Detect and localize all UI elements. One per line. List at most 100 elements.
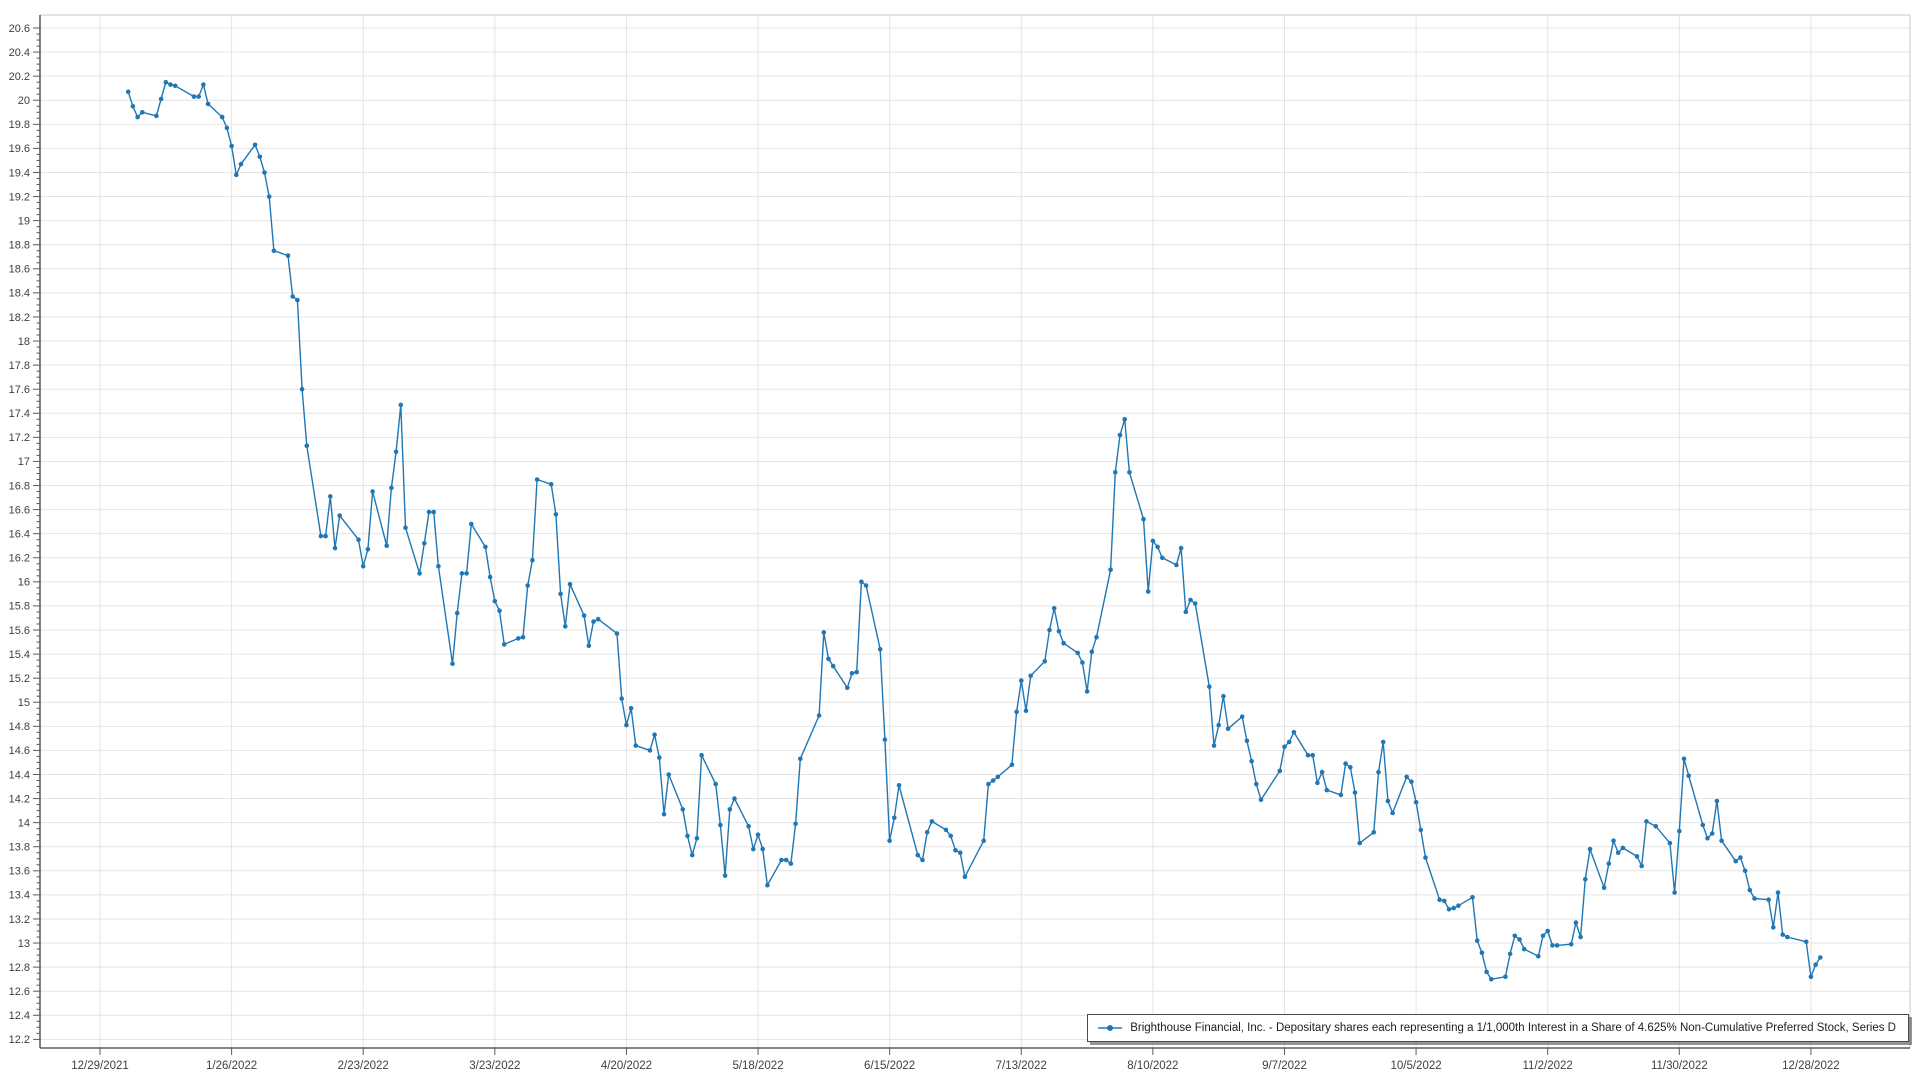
data-point bbox=[685, 834, 690, 839]
data-point bbox=[784, 858, 789, 863]
data-point bbox=[760, 847, 765, 852]
data-point bbox=[356, 537, 361, 542]
data-point bbox=[253, 143, 258, 148]
data-point bbox=[229, 144, 234, 149]
data-point bbox=[1776, 890, 1781, 895]
data-point bbox=[450, 661, 455, 666]
data-point bbox=[681, 807, 686, 812]
data-point bbox=[1437, 897, 1442, 902]
data-point bbox=[469, 522, 474, 527]
data-point bbox=[1733, 859, 1738, 864]
y-tick-label: 17.6 bbox=[9, 384, 30, 396]
data-point bbox=[1480, 950, 1485, 955]
data-point bbox=[1075, 651, 1080, 656]
data-point bbox=[1766, 897, 1771, 902]
data-point bbox=[1061, 641, 1066, 646]
data-point bbox=[756, 832, 761, 837]
data-point bbox=[859, 580, 864, 585]
data-point bbox=[948, 834, 953, 839]
legend-marker-icon bbox=[1097, 1022, 1123, 1034]
data-point bbox=[272, 248, 277, 253]
data-point bbox=[1118, 433, 1123, 438]
data-point bbox=[1804, 940, 1809, 945]
data-point bbox=[1508, 952, 1513, 957]
data-point bbox=[1423, 855, 1428, 860]
data-point bbox=[1771, 925, 1776, 930]
y-tick-label: 15.8 bbox=[9, 601, 30, 613]
data-point bbox=[1818, 955, 1823, 960]
y-tick-label: 16.6 bbox=[9, 504, 30, 516]
x-tick-label: 9/7/2022 bbox=[1262, 1060, 1307, 1072]
data-point bbox=[1668, 841, 1673, 846]
data-point bbox=[154, 114, 159, 119]
x-tick-label: 12/29/2021 bbox=[71, 1060, 129, 1072]
data-point bbox=[1447, 907, 1452, 912]
data-point bbox=[1108, 568, 1113, 573]
data-point bbox=[1517, 937, 1522, 942]
y-tick-label: 12.4 bbox=[9, 1010, 30, 1022]
data-point bbox=[582, 613, 587, 618]
y-tick-label: 15 bbox=[18, 697, 30, 709]
x-tick-label: 11/30/2022 bbox=[1651, 1060, 1708, 1072]
data-point bbox=[1386, 799, 1391, 804]
data-point bbox=[173, 84, 178, 89]
data-point bbox=[652, 732, 657, 737]
y-tick-label: 20.2 bbox=[9, 71, 30, 83]
data-point bbox=[657, 755, 662, 760]
data-point bbox=[1785, 935, 1790, 940]
data-point bbox=[1179, 546, 1184, 551]
data-point bbox=[897, 783, 902, 788]
data-point bbox=[1569, 942, 1574, 947]
data-point bbox=[1160, 556, 1165, 561]
data-point bbox=[455, 611, 460, 616]
data-point bbox=[1541, 934, 1546, 939]
y-tick-label: 18.8 bbox=[9, 240, 30, 252]
data-point bbox=[1545, 929, 1550, 934]
data-point bbox=[1583, 877, 1588, 882]
price-chart: 12.212.412.612.81313.213.413.613.81414.2… bbox=[0, 0, 1920, 1080]
data-point bbox=[1057, 629, 1062, 634]
data-point bbox=[502, 642, 507, 647]
data-point bbox=[305, 444, 310, 449]
data-point bbox=[1682, 757, 1687, 762]
data-point bbox=[1090, 649, 1095, 654]
data-point bbox=[488, 575, 493, 580]
y-tick-label: 17 bbox=[18, 456, 30, 468]
y-tick-label: 14.2 bbox=[9, 793, 30, 805]
data-point bbox=[436, 564, 441, 569]
data-point bbox=[765, 883, 770, 888]
data-point bbox=[587, 643, 592, 648]
data-point bbox=[1357, 841, 1362, 846]
data-point bbox=[845, 686, 850, 691]
x-tick-label: 6/15/2022 bbox=[864, 1060, 915, 1072]
data-point bbox=[549, 482, 554, 487]
data-point bbox=[535, 477, 540, 482]
data-point bbox=[206, 102, 211, 107]
data-point bbox=[1024, 708, 1029, 713]
data-point bbox=[746, 824, 751, 829]
legend: Brighthouse Financial, Inc. - Depositary… bbox=[1087, 1014, 1909, 1042]
data-point bbox=[464, 571, 469, 576]
data-point bbox=[1809, 975, 1814, 980]
data-point bbox=[1188, 598, 1193, 603]
data-point bbox=[981, 838, 986, 843]
data-point bbox=[1014, 710, 1019, 715]
data-point bbox=[666, 772, 671, 777]
data-point bbox=[328, 494, 333, 499]
data-point bbox=[892, 816, 897, 821]
x-tick-label: 10/5/2022 bbox=[1390, 1060, 1441, 1072]
plot-area: 12.212.412.612.81313.213.413.613.81414.2… bbox=[0, 0, 1920, 1080]
data-point bbox=[319, 534, 324, 539]
data-point bbox=[1588, 847, 1593, 852]
data-point bbox=[140, 110, 145, 115]
data-point bbox=[1701, 823, 1706, 828]
data-point bbox=[596, 617, 601, 622]
x-tick-label: 7/13/2022 bbox=[996, 1060, 1047, 1072]
y-tick-label: 18.4 bbox=[9, 288, 30, 300]
y-tick-label: 19.6 bbox=[9, 143, 30, 155]
data-point bbox=[1390, 811, 1395, 816]
data-point bbox=[831, 664, 836, 669]
data-point bbox=[399, 403, 404, 408]
data-point bbox=[826, 657, 831, 662]
data-point bbox=[422, 541, 427, 546]
